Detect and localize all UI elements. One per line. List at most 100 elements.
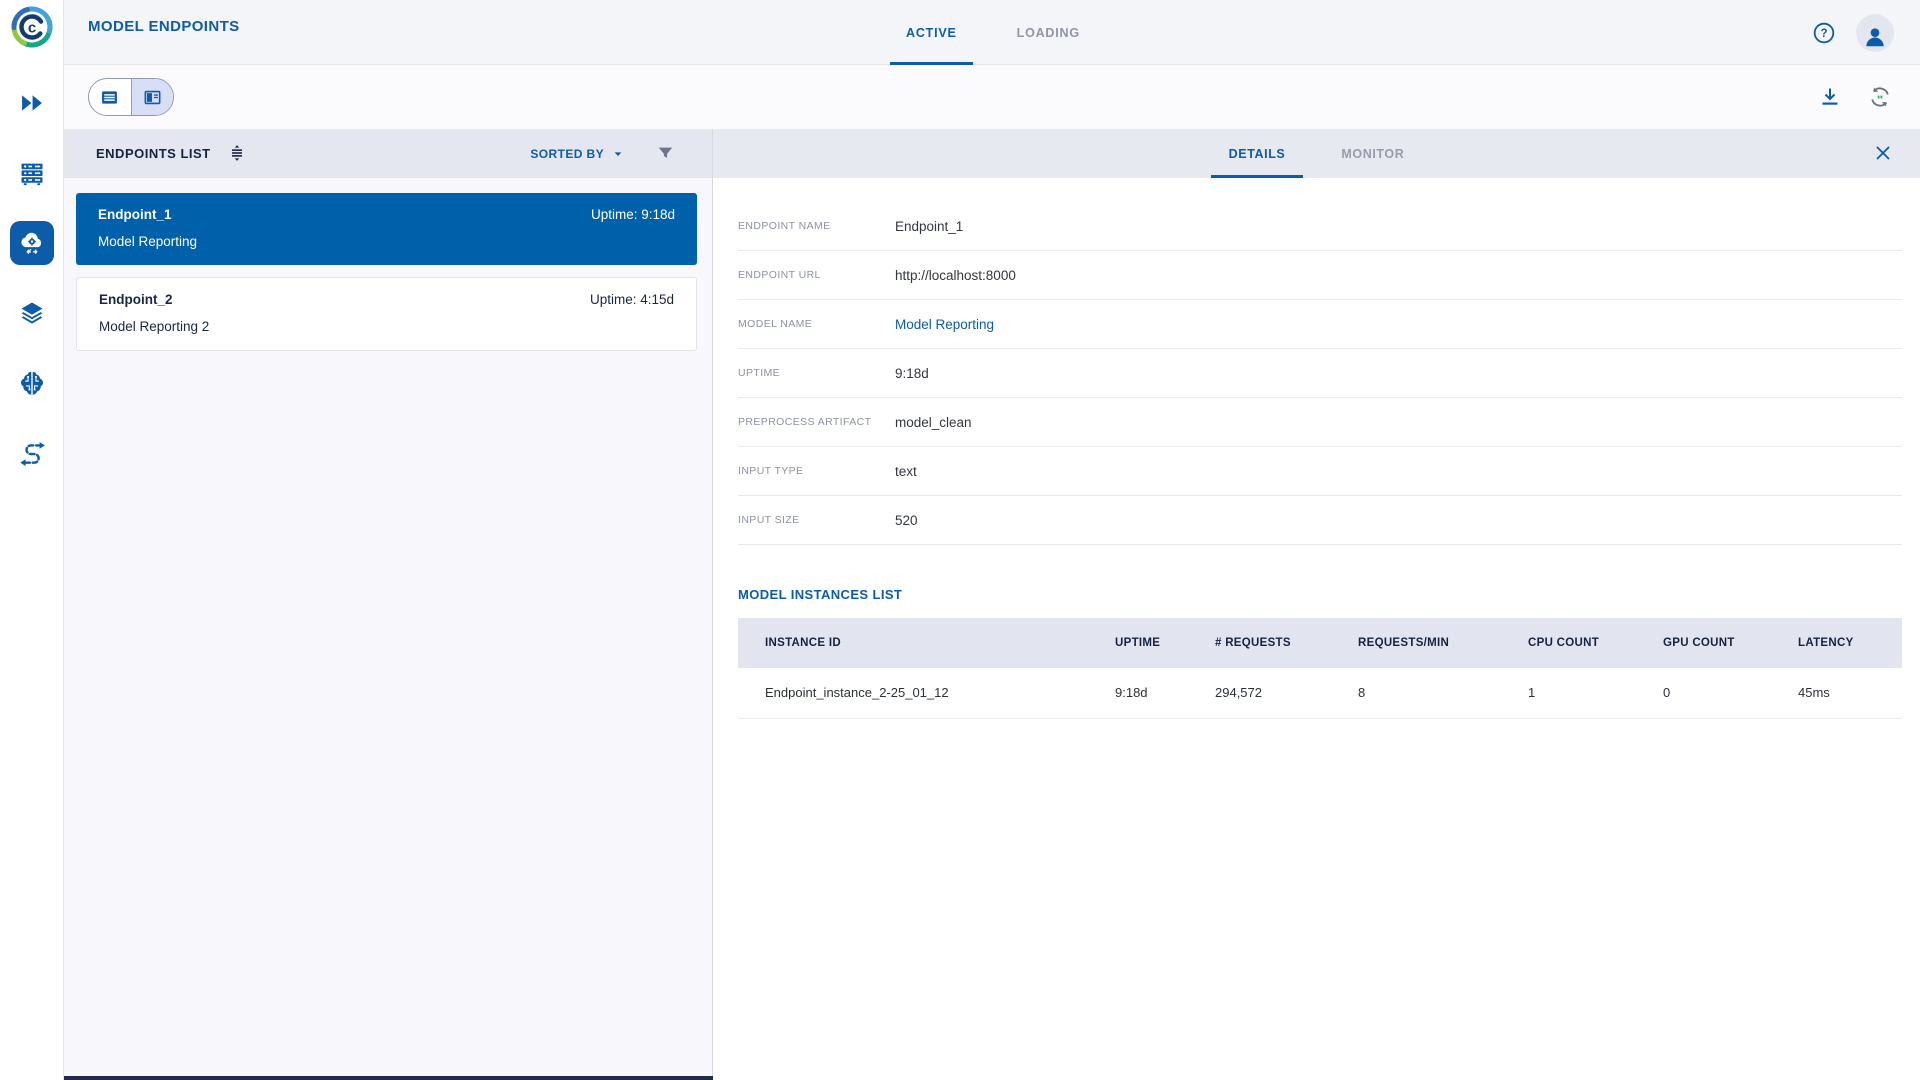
filter-funnel-icon [656, 144, 675, 163]
split-view-icon [142, 87, 163, 108]
svg-text:c: c [27, 20, 35, 37]
instance-row[interactable]: Endpoint_instance_2-25_01_12 9:18d 294,5… [738, 668, 1902, 718]
field-input-size: INPUT SIZE 520 [738, 496, 1902, 545]
cell-cpu-count: 1 [1528, 668, 1663, 718]
field-endpoint-url: ENDPOINT URL http://localhost:8000 [738, 251, 1902, 300]
app-logo[interactable]: c [8, 3, 56, 51]
endpoint-details-panel: DETAILS MONITOR ENDPOINT NAME Endpoint_1 [713, 129, 1920, 1080]
toolbar [64, 65, 1920, 129]
tab-details-underline [1211, 175, 1304, 178]
tab-loading-label: LOADING [1017, 26, 1080, 40]
endpoints-list-header: ENDPOINTS LIST SORTED BY [64, 129, 712, 178]
close-icon [1872, 142, 1894, 164]
cell-uptime: 9:18d [1115, 668, 1215, 718]
bottom-bar [0, 1076, 713, 1080]
model-instances-section: MODEL INSTANCES LIST INSTANCE ID UPTIME … [738, 587, 1902, 719]
model-instances-title: MODEL INSTANCES LIST [738, 587, 1902, 602]
close-details-button[interactable] [1872, 142, 1894, 164]
col-gpu-count: GPU COUNT [1663, 618, 1798, 668]
endpoint-fields: ENDPOINT NAME Endpoint_1 ENDPOINT URL ht… [738, 202, 1902, 545]
field-endpoint-name: ENDPOINT NAME Endpoint_1 [738, 202, 1902, 251]
cloud-serving-icon [18, 229, 46, 257]
col-instance-id: INSTANCE ID [738, 618, 1115, 668]
app-window: c [0, 0, 1920, 1080]
field-label: INPUT TYPE [738, 465, 895, 477]
cell-requests-min: 8 [1358, 668, 1528, 718]
sidebar-item-layers[interactable] [10, 291, 54, 335]
sort-lines-icon [227, 143, 247, 163]
field-label: ENDPOINT URL [738, 269, 895, 281]
details-panel-header: DETAILS MONITOR [713, 129, 1920, 178]
user-avatar[interactable] [1856, 14, 1894, 52]
endpoint-uptime: Uptime: 4:15d [590, 292, 674, 307]
field-label: PREPROCESS ARTIFACT [738, 416, 895, 428]
help-icon: ? [1812, 21, 1836, 45]
field-label: ENDPOINT NAME [738, 220, 895, 232]
sorted-by-dropdown[interactable]: SORTED BY [530, 146, 626, 162]
download-icon [1818, 85, 1842, 109]
brain-icon [18, 369, 46, 397]
field-value: http://localhost:8000 [895, 268, 1016, 283]
endpoint-name: Endpoint_1 [98, 207, 172, 222]
tab-active[interactable]: ACTIVE [876, 0, 987, 65]
field-input-type: INPUT TYPE text [738, 447, 1902, 496]
sidebar-item-fast-forward[interactable] [10, 81, 54, 125]
top-header: MODEL ENDPOINTS ACTIVE LOADING ? [64, 0, 1920, 65]
field-label: INPUT SIZE [738, 514, 895, 526]
sorted-by-label: SORTED BY [530, 147, 604, 161]
list-view-icon [99, 87, 120, 108]
sidebar-item-flows[interactable] [10, 431, 54, 475]
tab-monitor[interactable]: MONITOR [1313, 129, 1432, 178]
tab-active-label: ACTIVE [906, 26, 957, 40]
chevron-down-icon [610, 146, 626, 162]
view-toggle [88, 78, 174, 116]
cell-requests: 294,572 [1215, 668, 1358, 718]
help-button[interactable]: ? [1810, 19, 1838, 47]
tab-loading[interactable]: LOADING [987, 0, 1110, 65]
col-uptime: UPTIME [1115, 618, 1215, 668]
endpoint-name: Endpoint_2 [99, 292, 173, 307]
endpoint-uptime: Uptime: 9:18d [591, 207, 675, 222]
fast-forward-icon [18, 89, 46, 117]
layers-icon [18, 299, 46, 327]
sidebar-item-model-endpoints[interactable] [10, 221, 54, 265]
sidebar-item-datasets[interactable] [10, 151, 54, 195]
cell-instance-id: Endpoint_instance_2-25_01_12 [738, 668, 1115, 718]
page-title: MODEL ENDPOINTS [88, 18, 240, 35]
pipeline-icon [18, 439, 46, 467]
endpoints-list-panel: ENDPOINTS LIST SORTED BY [64, 129, 713, 1080]
split-view-button[interactable] [131, 79, 174, 115]
cell-gpu-count: 0 [1663, 668, 1798, 718]
col-latency: LATENCY [1798, 618, 1902, 668]
list-view-button[interactable] [89, 79, 131, 115]
model-name-link[interactable]: Model Reporting [895, 317, 994, 332]
person-icon [1862, 24, 1888, 50]
cell-latency: 45ms [1798, 668, 1902, 718]
endpoint-model: Model Reporting [98, 234, 675, 249]
field-value: Endpoint_1 [895, 219, 963, 234]
field-label: MODEL NAME [738, 318, 895, 330]
field-value: text [895, 464, 917, 479]
refresh-pause-icon [1868, 85, 1892, 109]
endpoint-state-tabs: ACTIVE LOADING [876, 0, 1110, 65]
endpoint-model: Model Reporting 2 [99, 319, 674, 334]
sidebar-item-models[interactable] [10, 361, 54, 405]
col-requests: # REQUESTS [1215, 618, 1358, 668]
tab-details[interactable]: DETAILS [1201, 129, 1314, 178]
cnvrg-logo-icon: c [8, 3, 56, 51]
download-button[interactable] [1816, 83, 1844, 111]
endpoint-card-1[interactable]: Endpoint_1 Uptime: 9:18d Model Reporting [76, 193, 697, 265]
field-label: UPTIME [738, 367, 895, 379]
endpoints-list-title: ENDPOINTS LIST [96, 146, 211, 161]
sort-order-button[interactable] [227, 143, 249, 165]
field-model-name: MODEL NAME Model Reporting [738, 300, 1902, 349]
filter-button[interactable] [656, 144, 676, 164]
tab-monitor-label: MONITOR [1341, 147, 1404, 161]
field-value: 9:18d [895, 366, 929, 381]
endpoint-card-2[interactable]: Endpoint_2 Uptime: 4:15d Model Reporting… [76, 277, 697, 351]
auto-refresh-paused-button[interactable] [1866, 83, 1894, 111]
field-uptime: UPTIME 9:18d [738, 349, 1902, 398]
svg-text:?: ? [1820, 28, 1827, 40]
tab-details-label: DETAILS [1229, 147, 1286, 161]
field-value: 520 [895, 513, 918, 528]
